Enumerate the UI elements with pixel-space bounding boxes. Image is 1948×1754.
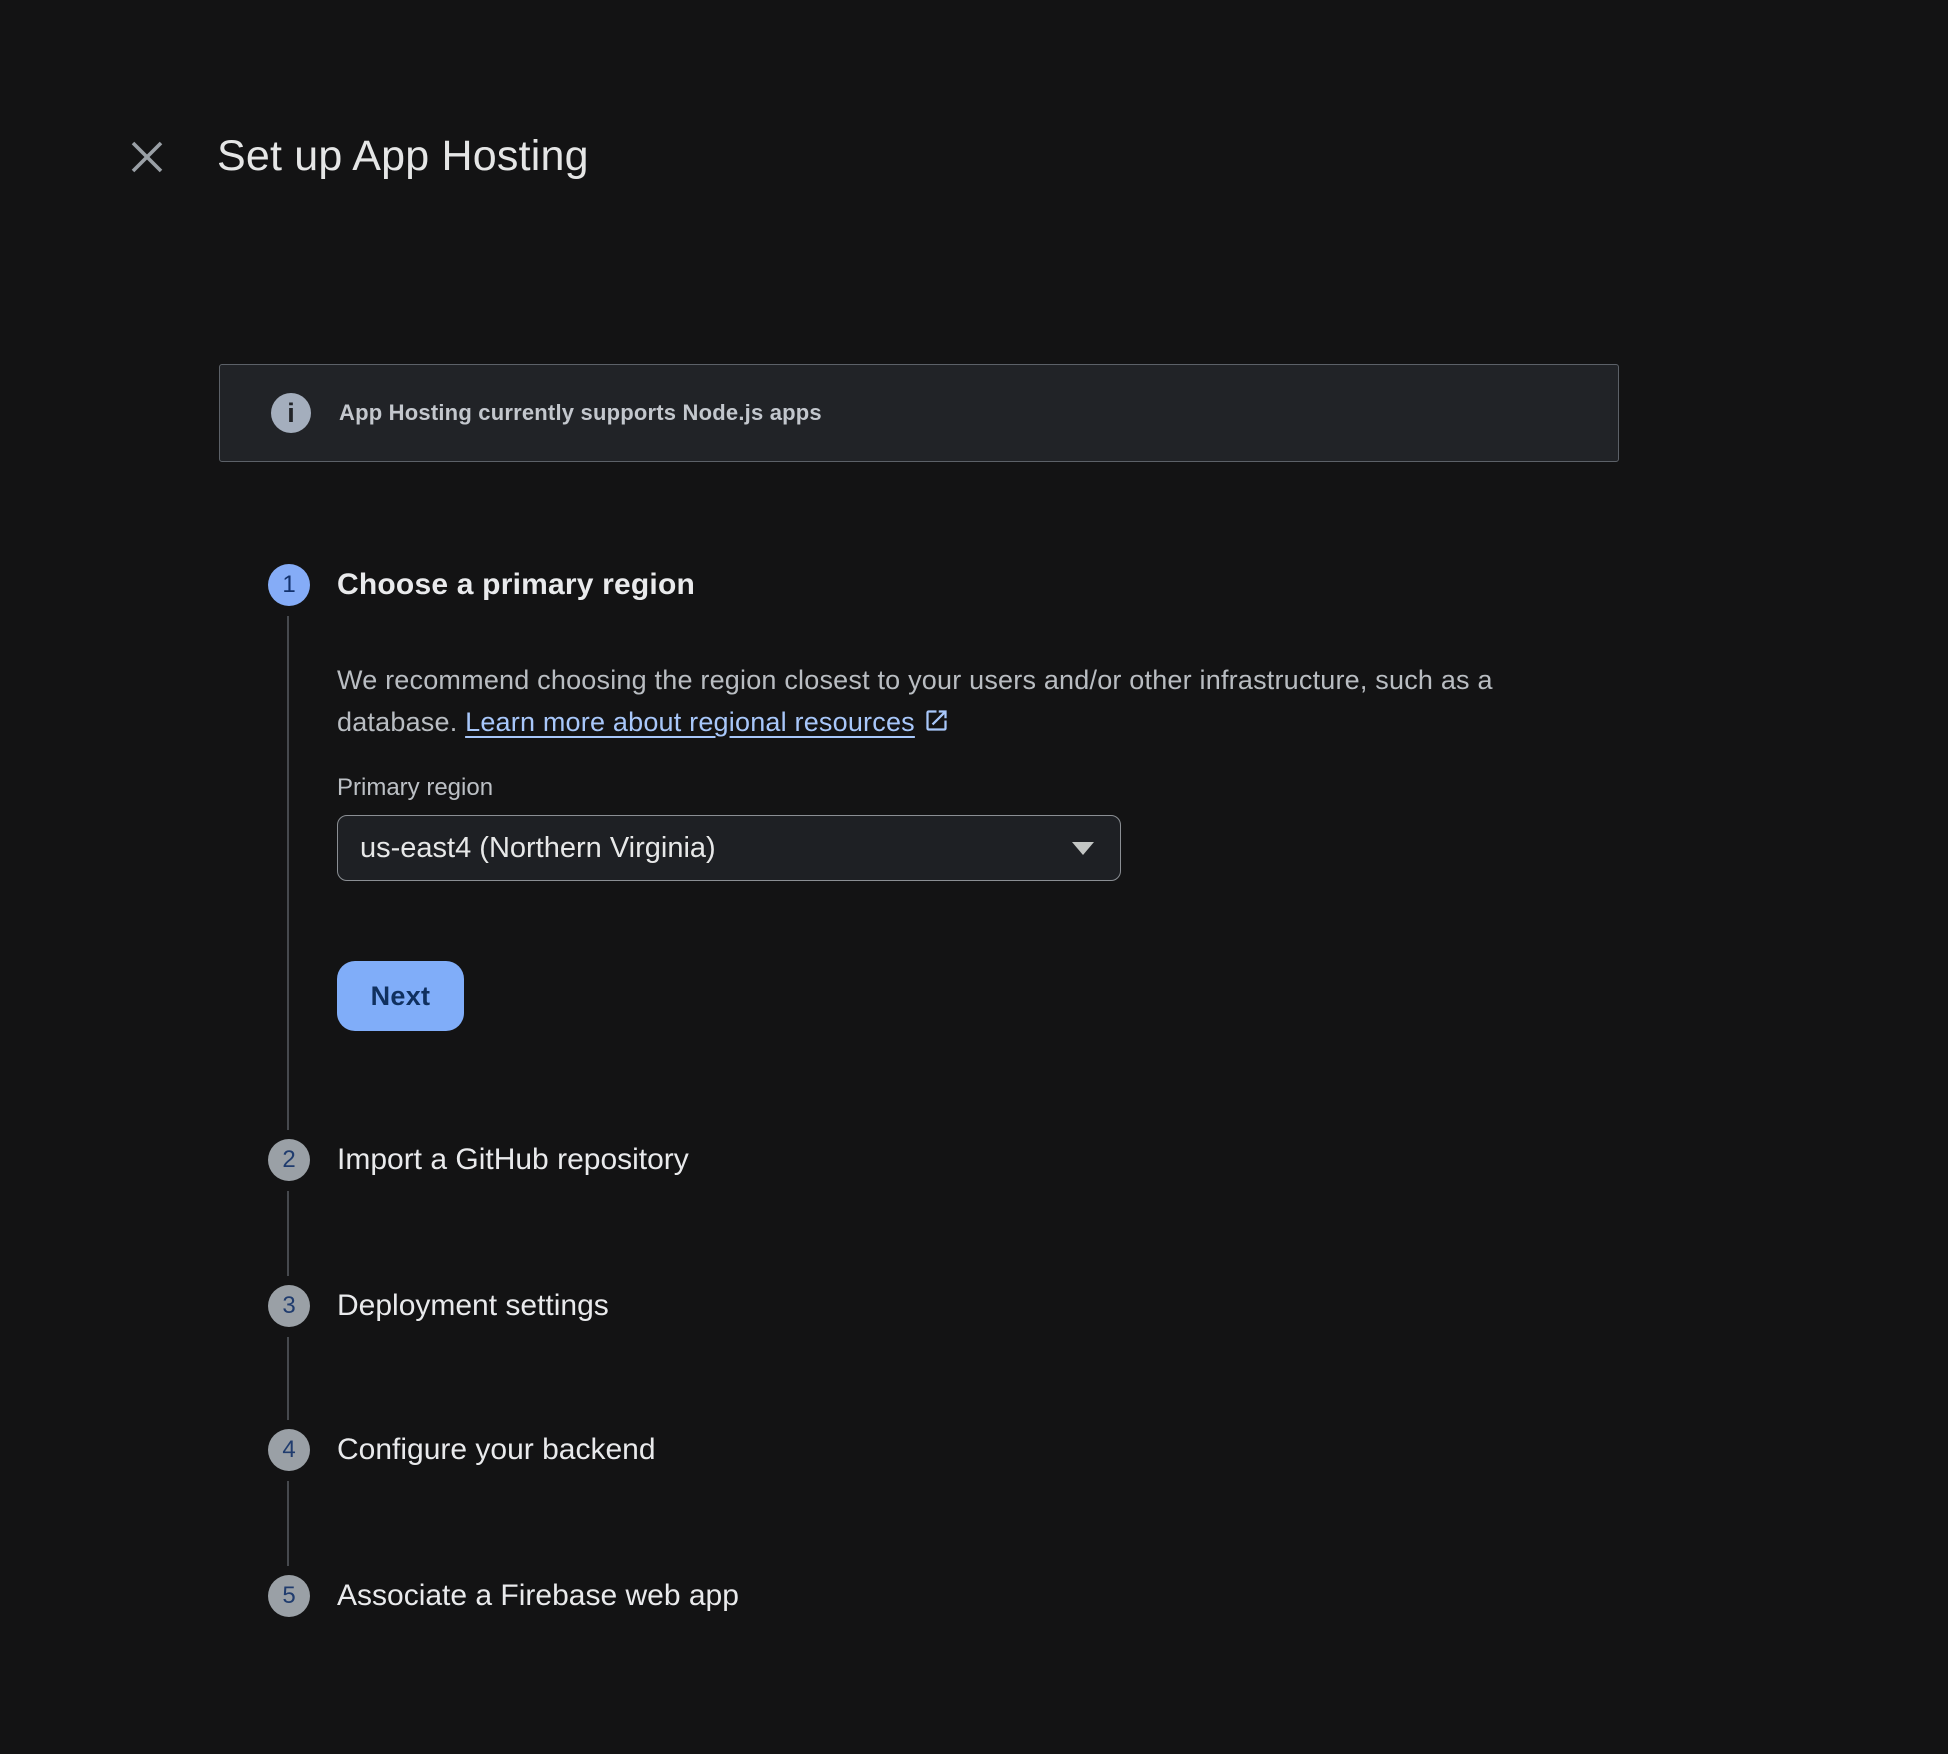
step-1-label: Choose a primary region	[337, 568, 695, 602]
step-5-circle: 5	[268, 1575, 310, 1617]
stepper-step-1: 1 Choose a primary region	[268, 564, 695, 606]
stepper-connector-3-4	[287, 1337, 289, 1420]
step-1-description: We recommend choosing the region closest…	[337, 659, 1582, 746]
close-icon[interactable]	[124, 134, 170, 180]
primary-region-select[interactable]: us-east4 (Northern Virginia)	[337, 815, 1121, 881]
stepper-connector-2-3	[287, 1191, 289, 1276]
dropdown-arrow-icon	[1072, 842, 1094, 855]
step-5-label: Associate a Firebase web app	[337, 1579, 739, 1613]
info-icon-glyph: i	[287, 400, 295, 427]
step-2-circle: 2	[268, 1139, 310, 1181]
step-1-content: We recommend choosing the region closest…	[337, 659, 1582, 1031]
info-icon: i	[271, 393, 311, 433]
page-title: Set up App Hosting	[217, 132, 589, 181]
close-x-glyph	[126, 136, 168, 178]
step-4-circle: 4	[268, 1429, 310, 1471]
primary-region-label: Primary region	[337, 774, 1582, 802]
learn-more-link[interactable]: Learn more about regional resources	[465, 707, 950, 737]
stepper-step-3: 3 Deployment settings	[268, 1285, 609, 1327]
stepper-step-2: 2 Import a GitHub repository	[268, 1139, 689, 1181]
info-banner: i App Hosting currently supports Node.js…	[219, 364, 1619, 462]
step-4-label: Configure your backend	[337, 1433, 656, 1467]
stepper-step-4: 4 Configure your backend	[268, 1429, 656, 1471]
next-button[interactable]: Next	[337, 961, 464, 1031]
step-2-label: Import a GitHub repository	[337, 1143, 689, 1177]
step-3-circle: 3	[268, 1285, 310, 1327]
stepper-step-5: 5 Associate a Firebase web app	[268, 1575, 739, 1617]
learn-more-link-text: Learn more about regional resources	[465, 707, 915, 737]
step-1-circle: 1	[268, 564, 310, 606]
stepper-connector-4-5	[287, 1481, 289, 1566]
primary-region-select-value: us-east4 (Northern Virginia)	[360, 832, 1072, 865]
open-in-new-icon	[923, 704, 950, 746]
dialog-header: Set up App Hosting	[124, 132, 589, 181]
stepper-connector-1-2	[287, 616, 289, 1130]
banner-text: App Hosting currently supports Node.js a…	[339, 400, 822, 426]
step-3-label: Deployment settings	[337, 1289, 609, 1323]
